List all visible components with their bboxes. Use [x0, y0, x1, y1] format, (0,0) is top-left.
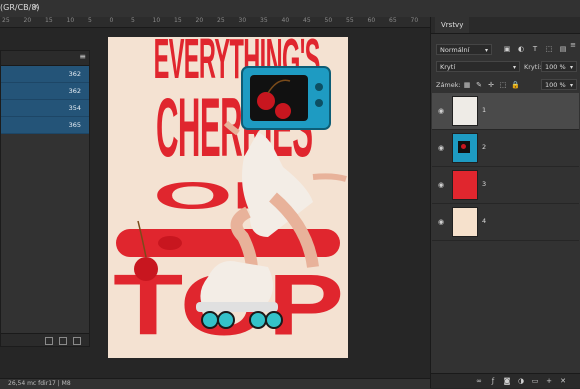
chevron-down-icon: ▾	[512, 64, 516, 71]
type-filter-icon[interactable]: T	[531, 45, 539, 53]
ruler-tick-label: 20	[23, 17, 32, 24]
list-item[interactable]: 362	[1, 83, 89, 100]
fx-icon[interactable]: ƒ	[489, 377, 497, 385]
close-icon[interactable]: ×	[32, 2, 40, 12]
left-panel-header: ≡	[1, 51, 89, 66]
ruler-tick-label: 15	[174, 17, 182, 24]
ruler-tick-label: 35	[260, 17, 268, 24]
layer-row[interactable]: ◉ 2	[432, 130, 579, 167]
new-layer-icon[interactable]: +	[545, 377, 553, 385]
eye-icon[interactable]: ◉	[438, 107, 444, 115]
horizontal-ruler: 25 20 15 10 5 0 5 10 15 20 25 30 35 40 45 50 55 60 65 70	[0, 17, 430, 28]
list-item[interactable]: 354	[1, 100, 89, 117]
list-item[interactable]: 365	[1, 117, 89, 134]
ruler-tick-label: 65	[389, 17, 397, 24]
layers-panel: Vrstvy ≡ Normální ▾ ▣ ◐ T ⬚ ▤ Krytí ▾ Kryt…	[430, 17, 580, 388]
ruler-tick-label: 0	[109, 17, 114, 24]
ruler-tick-label: 60	[367, 17, 376, 24]
poster-illustration	[134, 66, 347, 329]
document-tab-bar: (GR/CB/8) ×	[0, 0, 580, 18]
layer-name[interactable]: 4	[482, 217, 486, 225]
layers-panel-tabbar: Vrstvy ≡	[431, 17, 580, 49]
fill-field[interactable]: 100 % ▾	[541, 79, 577, 90]
left-panel: ≡ 362 362 354 365	[0, 50, 90, 347]
left-panel-footer	[1, 333, 89, 346]
chevron-down-icon: ▾	[569, 64, 573, 71]
list-item-value: 362	[68, 87, 81, 95]
opacity-field[interactable]: 100 % ▾	[541, 61, 577, 72]
list-item-value: 354	[68, 104, 81, 112]
ruler-tick-label: 45	[303, 17, 311, 24]
ruler-tick-label: 10	[152, 17, 161, 24]
layers-panel-footer: ∞ ƒ ◙ ◑ ▭ + ✕	[431, 373, 580, 388]
layer-row[interactable]: ◉ 1	[432, 93, 579, 130]
layer-thumbnail	[452, 207, 478, 237]
ruler-tick-label: 50	[324, 17, 333, 24]
image-filter-icon[interactable]: ▣	[503, 45, 511, 53]
ruler-tick-label: 40	[281, 17, 290, 24]
lock-all-icon[interactable]: 🔒	[511, 81, 520, 89]
eye-icon[interactable]: ◉	[438, 218, 444, 226]
eye-icon[interactable]: ◉	[438, 144, 444, 152]
kind-filter-select[interactable]: Krytí ▾	[436, 61, 520, 72]
link-icon[interactable]: ∞	[475, 377, 483, 385]
opacity-value: 100 %	[545, 63, 566, 71]
kind-filter-value: Krytí	[440, 63, 456, 71]
lock-move-icon[interactable]: ✛	[487, 81, 495, 89]
document-canvas[interactable]: EVERYTHING'S CHERRIES ON TOP	[108, 37, 348, 358]
status-text: 26,54 mc fdir17 | M8	[8, 380, 71, 387]
status-bar: 26,54 mc fdir17 | M8	[0, 378, 430, 389]
list-item-value: 365	[68, 121, 81, 129]
thumbnail-cherry	[461, 144, 466, 149]
layer-thumbnail	[452, 96, 478, 126]
fill-value: 100 %	[545, 81, 566, 89]
layer-name[interactable]: 1	[482, 106, 486, 114]
mask-icon[interactable]: ◙	[503, 377, 511, 385]
ruler-tick-label: 10	[66, 17, 75, 24]
ruler-tick-label: 15	[45, 17, 53, 24]
panel-menu-icon[interactable]: ≡	[569, 41, 577, 49]
chevron-down-icon: ▾	[484, 47, 488, 54]
layer-thumbnail	[452, 170, 478, 200]
list-item-value: 362	[68, 70, 81, 78]
shape-filter-icon[interactable]: ⬚	[545, 45, 553, 53]
opacity-label: Krytí:	[524, 63, 542, 71]
eye-icon[interactable]: ◉	[438, 181, 444, 189]
trash-icon[interactable]: ✕	[559, 377, 567, 385]
ruler-tick-label: 5	[131, 17, 135, 24]
trash-icon[interactable]	[73, 337, 81, 345]
adjustment-filter-icon[interactable]: ◐	[517, 45, 525, 53]
ruler-tick-label: 25	[217, 17, 225, 24]
group-icon[interactable]: ▭	[531, 377, 539, 385]
lock-artboard-icon[interactable]: ⬚	[499, 81, 507, 89]
lock-label: Zámek:	[436, 81, 461, 89]
layer-row[interactable]: ◉ 3	[432, 167, 579, 204]
copy-icon[interactable]	[59, 337, 67, 345]
blend-mode-select[interactable]: Normální ▾	[436, 44, 492, 55]
new-item-icon[interactable]	[45, 337, 53, 345]
adjustment-icon[interactable]: ◑	[517, 377, 525, 385]
lock-brush-icon[interactable]: ✎	[475, 81, 483, 89]
layer-name[interactable]: 3	[482, 180, 486, 188]
ruler-tick-label: 5	[88, 17, 92, 24]
layer-thumbnail	[452, 133, 478, 163]
ruler-tick-label: 55	[346, 17, 354, 24]
ruler-tick-label: 20	[195, 17, 204, 24]
layer-name[interactable]: 2	[482, 143, 486, 151]
ruler-tick-label: 70	[410, 17, 419, 24]
list-item[interactable]: 362	[1, 66, 89, 83]
lock-transparent-icon[interactable]: ▦	[463, 81, 471, 89]
smart-filter-icon[interactable]: ▤	[559, 45, 567, 53]
tab-layers[interactable]: Vrstvy	[435, 17, 470, 33]
layer-row[interactable]: ◉ 4	[432, 204, 579, 241]
blend-mode-value: Normální	[440, 46, 470, 54]
ruler-tick-label: 30	[238, 17, 247, 24]
ruler-tick-label: 25	[2, 17, 10, 24]
chevron-down-icon: ▾	[569, 82, 573, 89]
panel-menu-icon[interactable]: ≡	[79, 52, 86, 61]
